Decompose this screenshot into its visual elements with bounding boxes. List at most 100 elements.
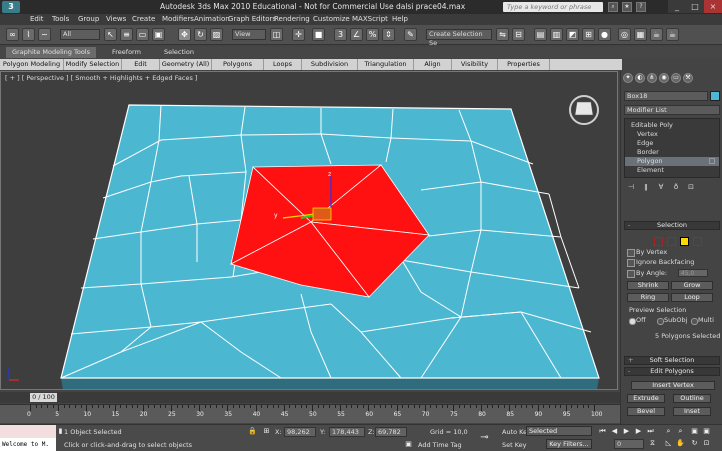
render-production-icon[interactable]: ☕ — [650, 28, 663, 41]
menu-graph-editors[interactable]: Graph Editors — [228, 15, 276, 23]
ribbon-align[interactable]: Align — [414, 59, 452, 70]
time-tag-icon[interactable]: ▣ — [404, 440, 413, 449]
zoom-all-icon[interactable]: ⌕ — [676, 427, 685, 436]
field-of-view-icon[interactable]: ◺ — [664, 439, 673, 448]
window-crossing-icon[interactable]: ▣ — [152, 28, 165, 41]
snaps-toggle-icon[interactable]: 3 — [334, 28, 347, 41]
goto-end-icon[interactable]: ⏭ — [646, 427, 655, 436]
loop-button[interactable]: Loop — [671, 293, 713, 302]
material-editor-icon[interactable]: ● — [598, 28, 611, 41]
maximize-button[interactable]: □ — [686, 0, 704, 13]
outline-button[interactable]: Outline — [673, 394, 711, 403]
rendered-frame-icon[interactable]: ▦ — [634, 28, 647, 41]
stack-item-edge[interactable]: Edge — [625, 139, 719, 148]
ribbon-triangulation[interactable]: Triangulation — [358, 59, 414, 70]
goto-start-icon[interactable]: ⏮ — [598, 427, 607, 436]
menu-edit[interactable]: Edit — [30, 15, 44, 23]
search-icon[interactable]: ⌕ — [608, 2, 618, 12]
ribbon-modify-selection[interactable]: Modify Selection — [64, 59, 122, 70]
ribbon-polygons[interactable]: Polygons — [212, 59, 264, 70]
make-unique-icon[interactable]: ∀ — [656, 183, 666, 191]
ribbon-edit[interactable]: Edit — [122, 59, 160, 70]
render-setup-icon[interactable]: ◎ — [618, 28, 631, 41]
menu-rendering[interactable]: Rendering — [274, 15, 310, 23]
select-and-scale-icon[interactable]: ▨ — [210, 28, 223, 41]
tab-freeform[interactable]: Freeform — [106, 47, 147, 58]
ignore-backfacing-checkbox[interactable]: Ignore Backfacing — [627, 258, 717, 267]
selection-rollout-header[interactable]: - Selection — [624, 221, 720, 230]
grow-button[interactable]: Grow — [671, 281, 713, 290]
ribbon-polygon-modeling[interactable]: Polygon Modeling — [0, 59, 64, 70]
maxscript-output[interactable]: Welcome to M. — [0, 438, 56, 451]
reference-coordinate-dropdown[interactable]: View — [232, 29, 266, 40]
zoom-extents-icon[interactable]: ▣ — [690, 427, 699, 436]
stack-item-polygon[interactable]: Polygon — [625, 157, 719, 166]
schematic-view-icon[interactable]: ⊞ — [582, 28, 595, 41]
z-coordinate-field[interactable]: 69,782 — [375, 427, 407, 437]
key-filter-dropdown[interactable]: Selected — [526, 426, 592, 436]
element-level-icon[interactable] — [693, 237, 702, 246]
selection-filter-dropdown[interactable]: All — [60, 29, 100, 40]
unlink-icon[interactable]: ⌇ — [22, 28, 35, 41]
extrude-button[interactable]: Extrude — [627, 394, 665, 403]
named-selection-sets-dropdown[interactable]: Create Selection Se — [426, 29, 492, 47]
angle-snap-icon[interactable]: ∠ — [350, 28, 363, 41]
vertex-level-icon[interactable] — [654, 237, 663, 246]
select-and-move-icon[interactable]: ✥ — [178, 28, 191, 41]
select-and-link-icon[interactable]: ∞ — [6, 28, 19, 41]
shrink-button[interactable]: Shrink — [627, 281, 669, 290]
absolute-mode-icon[interactable]: ⊞ — [262, 427, 271, 436]
pin-stack-icon[interactable]: ⊣ — [626, 183, 636, 191]
display-tab-icon[interactable]: ▭ — [671, 73, 681, 83]
polygon-level-icon[interactable] — [680, 237, 689, 246]
ribbon-properties[interactable]: Properties — [498, 59, 550, 70]
edit-polygons-rollout-header[interactable]: - Edit Polygons — [624, 367, 720, 376]
time-slider[interactable]: 0 / 100 — [0, 392, 620, 403]
remove-modifier-icon[interactable]: ð — [671, 183, 681, 191]
zoom-icon[interactable]: ⌕ — [664, 427, 673, 436]
tab-graphite-modeling-tools[interactable]: Graphite Modeling Tools — [6, 47, 97, 58]
x-coordinate-field[interactable]: 98,262 — [284, 427, 316, 437]
key-filters-button[interactable]: Key Filters... — [546, 439, 592, 449]
next-frame-icon[interactable]: ▶ — [634, 427, 643, 436]
help-icon[interactable]: ? — [636, 2, 646, 12]
preview-subobj-radio[interactable]: SubObj — [657, 316, 687, 325]
layer-manager-icon[interactable]: ▤ — [534, 28, 547, 41]
object-name-field[interactable]: Box18 — [624, 91, 708, 101]
ribbon-geometry-all[interactable]: Geometry (All) — [160, 59, 212, 70]
modify-tab-icon[interactable]: ◐ — [635, 73, 645, 83]
prev-frame-icon[interactable]: ◀ — [610, 427, 619, 436]
current-frame-field[interactable]: 0 — [614, 439, 644, 449]
mirror-icon[interactable]: ⇋ — [496, 28, 509, 41]
edge-level-icon[interactable] — [667, 237, 676, 246]
show-end-result-icon[interactable]: ǁ — [641, 183, 651, 191]
menu-group[interactable]: Group — [78, 15, 99, 23]
by-vertex-checkbox[interactable]: By Vertex — [627, 248, 717, 257]
hierarchy-tab-icon[interactable]: ⋔ — [647, 73, 657, 83]
ribbon-visibility[interactable]: Visibility — [452, 59, 498, 70]
curve-editor-icon[interactable]: ◩ — [566, 28, 579, 41]
menu-create[interactable]: Create — [132, 15, 155, 23]
object-color-swatch[interactable] — [710, 91, 720, 101]
stack-item-element[interactable]: Element — [625, 166, 719, 175]
menu-help[interactable]: Help — [392, 15, 408, 23]
key-icon[interactable]: ⊸ — [480, 433, 489, 443]
ribbon-subdivision[interactable]: Subdivision — [302, 59, 358, 70]
create-tab-icon[interactable]: ✦ — [623, 73, 633, 83]
menu-maxscript[interactable]: MAXScript — [352, 15, 388, 23]
play-icon[interactable]: ▶ — [622, 427, 631, 436]
select-by-name-icon[interactable]: ≡ — [120, 28, 133, 41]
preview-multi-radio[interactable]: Multi — [691, 316, 714, 325]
motion-tab-icon[interactable]: ◉ — [659, 73, 669, 83]
edit-named-selection-icon[interactable]: ✎ — [404, 28, 417, 41]
add-time-tag[interactable]: Add Time Tag — [418, 441, 462, 449]
modifier-list-dropdown[interactable]: Modifier List — [624, 105, 720, 115]
inset-button[interactable]: Inset — [673, 407, 711, 416]
menu-views[interactable]: Views — [106, 15, 126, 23]
select-manipulate-icon[interactable]: ✛ — [292, 28, 305, 41]
menu-customize[interactable]: Customize — [313, 15, 350, 23]
minimize-button[interactable]: _ — [668, 0, 686, 13]
render-iterative-icon[interactable]: ☕ — [666, 28, 679, 41]
graphite-toggle-icon[interactable]: ▥ — [550, 28, 563, 41]
stack-item-editable-poly[interactable]: Editable Poly — [625, 121, 719, 130]
